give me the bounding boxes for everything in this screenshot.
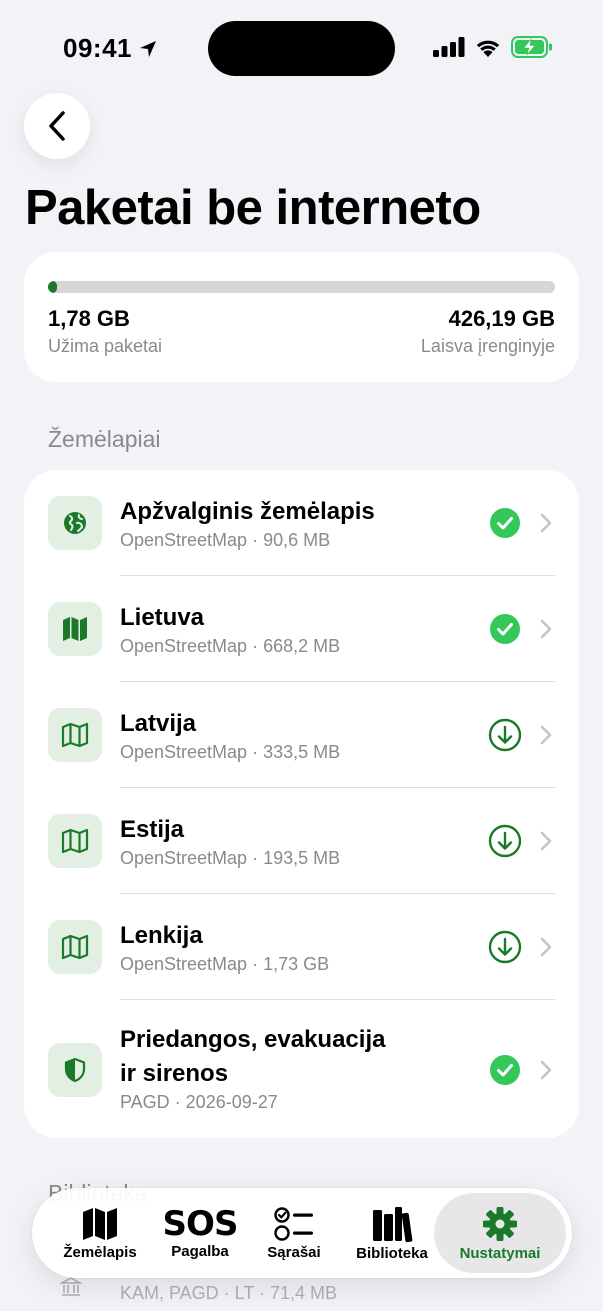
- chevron-right-icon: [540, 1060, 552, 1080]
- library-item-subtitle: KAM, PAGD · LT · 71,4 MB: [120, 1283, 338, 1303]
- storage-card: 1,78 GB Užima paketai 426,19 GB Laisva į…: [24, 252, 579, 382]
- tab-lists-label: Sąrašai: [267, 1243, 321, 1261]
- gear-icon: [483, 1206, 517, 1241]
- storage-used-value: 1,78 GB: [48, 306, 130, 331]
- tab-help[interactable]: SOS Pagalba: [152, 1188, 248, 1278]
- map-row-icon-bg: [48, 1043, 102, 1097]
- storage-progress-fill: [48, 281, 58, 293]
- downloaded-status: [488, 1053, 522, 1087]
- page-title: Paketai be interneto: [25, 181, 481, 235]
- download-circle-icon: [488, 718, 522, 752]
- download-button[interactable]: [488, 824, 522, 858]
- map-row-icon-bg: [48, 602, 102, 656]
- shield-icon: [64, 1057, 86, 1083]
- storage-free-label: Laisva įrenginyje: [420, 336, 555, 356]
- download-button[interactable]: [488, 718, 522, 752]
- location-arrow-icon: [140, 40, 156, 57]
- map-row-icon-bg: [48, 814, 102, 868]
- checkmark-circle-icon: [490, 508, 520, 538]
- cellular-signal-icon: [433, 37, 465, 57]
- tab-library[interactable]: Biblioteka: [342, 1188, 442, 1278]
- map-row-title: Lenkija: [120, 922, 203, 949]
- map-row-icon-bg: [48, 708, 102, 762]
- map-row-title: Apžvalginis žemėlapis: [120, 498, 375, 525]
- checkmark-circle-icon: [490, 614, 520, 644]
- chevron-right-icon: [540, 831, 552, 851]
- books-icon: [373, 1206, 413, 1242]
- map-row-lietuva[interactable]: Lietuva OpenStreetMap · 668,2 MB: [24, 576, 579, 682]
- globe-icon: [64, 512, 86, 534]
- building-columns-icon: [58, 1277, 84, 1296]
- map-outline-icon: [61, 828, 89, 854]
- storage-free: 426,19 GB Laisva įrenginyje: [421, 306, 555, 357]
- map-row-subtitle: OpenStreetMap · 668,2 MB: [120, 636, 341, 656]
- status-time: 09:41: [63, 33, 158, 64]
- map-row-title-line2: ir sirenos: [120, 1060, 229, 1087]
- checkmark-circle-icon: [490, 1055, 520, 1085]
- map-row-subtitle: OpenStreetMap · 333,5 MB: [120, 742, 341, 762]
- map-row-text: Lenkija OpenStreetMap · 1,73 GB: [120, 919, 329, 975]
- map-row-title: Estija: [120, 816, 185, 843]
- map-filled-icon: [63, 617, 87, 641]
- tab-map[interactable]: Žemėlapis: [50, 1188, 150, 1278]
- downloaded-status: [488, 506, 522, 540]
- status-bar: 09:41: [0, 0, 603, 96]
- download-circle-icon: [488, 824, 522, 858]
- download-button[interactable]: [488, 930, 522, 964]
- map-row-subtitle: OpenStreetMap · 1,73 GB: [120, 954, 330, 974]
- map-icon: [83, 1207, 117, 1240]
- battery-charging-icon: [511, 36, 552, 58]
- sos-icon: SOS: [162, 1203, 239, 1244]
- chevron-right-icon: [540, 937, 552, 957]
- wifi-icon: [476, 40, 500, 57]
- dynamic-island: [208, 21, 395, 76]
- map-row-icon-bg: [48, 920, 102, 974]
- chevron-right-icon: [540, 513, 552, 533]
- map-row-title-line1: Priedangos, evakuacija: [120, 1026, 386, 1053]
- map-row-estija[interactable]: Estija OpenStreetMap · 193,5 MB: [24, 788, 579, 894]
- map-row-lenkija[interactable]: Lenkija OpenStreetMap · 1,73 GB: [24, 894, 579, 1000]
- map-row-subtitle: PAGD · 2026-09-27: [120, 1092, 278, 1112]
- back-button[interactable]: [24, 93, 90, 159]
- chevron-right-icon: [540, 619, 552, 639]
- map-row-overview[interactable]: Apžvalginis žemėlapis OpenStreetMap · 90…: [24, 470, 579, 576]
- map-row-text: Lietuva OpenStreetMap · 668,2 MB: [120, 601, 340, 657]
- storage-used: 1,78 GB Užima paketai: [48, 306, 162, 357]
- tab-help-label: Pagalba: [171, 1242, 229, 1260]
- map-row-text: Estija OpenStreetMap · 193,5 MB: [120, 813, 340, 869]
- tab-settings-label: Nustatymai: [459, 1244, 541, 1262]
- storage-progress-bar: [48, 281, 555, 293]
- map-row-latvija[interactable]: Latvija OpenStreetMap · 333,5 MB: [24, 682, 579, 788]
- tab-settings[interactable]: Nustatymai: [434, 1193, 566, 1273]
- chevron-right-icon: [540, 725, 552, 745]
- section-header-maps: Žemėlapiai: [48, 426, 161, 452]
- map-outline-icon: [61, 934, 89, 960]
- map-row-icon-bg: [48, 496, 102, 550]
- storage-used-label: Užima paketai: [48, 336, 163, 356]
- tab-map-label: Žemėlapis: [63, 1243, 137, 1261]
- tab-bar: Žemėlapis SOS Pagalba Sąrašai Biblioteka: [32, 1188, 572, 1278]
- chevron-left-icon: [49, 111, 65, 141]
- map-row-text: Apžvalginis žemėlapis OpenStreetMap · 90…: [120, 495, 375, 551]
- map-row-text: Priedangos, evakuacija ir sirenos PAGD ·…: [120, 1023, 385, 1113]
- downloaded-status: [488, 612, 522, 646]
- map-row-shelters[interactable]: Priedangos, evakuacija ir sirenos PAGD ·…: [24, 1000, 579, 1138]
- library-item-icon: [58, 1277, 84, 1302]
- map-row-title: Latvija: [120, 710, 197, 737]
- download-circle-icon: [488, 930, 522, 964]
- map-row-subtitle: OpenStreetMap · 193,5 MB: [120, 848, 341, 868]
- maps-list: Apžvalginis žemėlapis OpenStreetMap · 90…: [24, 470, 579, 1138]
- map-row-title: Lietuva: [120, 604, 205, 631]
- map-row-text: Latvija OpenStreetMap · 333,5 MB: [120, 707, 340, 763]
- tab-library-label: Biblioteka: [356, 1244, 428, 1262]
- map-row-subtitle: OpenStreetMap · 90,6 MB: [120, 530, 331, 550]
- storage-free-value: 426,19 GB: [448, 306, 555, 331]
- map-outline-icon: [61, 722, 89, 748]
- tab-lists[interactable]: Sąrašai: [248, 1188, 340, 1278]
- status-time-text: 09:41: [63, 33, 132, 63]
- checklist-icon: [274, 1206, 313, 1241]
- status-indicators: [433, 36, 553, 58]
